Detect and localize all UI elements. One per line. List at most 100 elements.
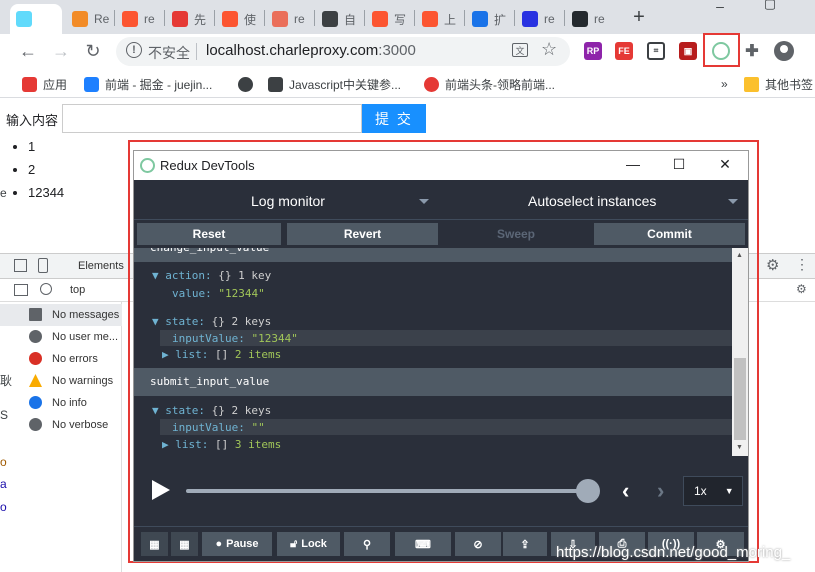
console-filter-0[interactable]: No messages bbox=[0, 304, 122, 326]
reload-icon[interactable]: ↻ bbox=[81, 40, 105, 62]
pause-button[interactable]: ● Pause bbox=[202, 532, 272, 556]
commit-button[interactable]: Commit bbox=[594, 223, 745, 245]
tab-6[interactable]: 自 bbox=[316, 4, 364, 34]
pin-button[interactable]: ⚲ bbox=[344, 532, 390, 556]
csdn-icon bbox=[422, 11, 438, 27]
bookmark-item[interactable]: 前端 - 掘金 - juejin... bbox=[84, 75, 212, 93]
sweep-button[interactable]: Sweep bbox=[442, 223, 590, 245]
chart-toggle-button[interactable]: ▦ bbox=[171, 532, 198, 556]
device-toolbar-icon[interactable] bbox=[38, 258, 48, 273]
edge-text: S bbox=[0, 408, 9, 422]
tab-label: 先 bbox=[194, 12, 207, 27]
devtools-settings-icon[interactable]: ⚙ bbox=[766, 256, 779, 274]
new-tab-button[interactable]: + bbox=[628, 6, 650, 28]
tab-elements[interactable]: Elements bbox=[78, 260, 124, 272]
console-filter-1[interactable]: No user me... bbox=[0, 326, 122, 348]
persist-button[interactable]: ⊘ bbox=[455, 532, 501, 556]
bookmarks-overflow-button[interactable]: » bbox=[721, 75, 728, 93]
console-settings-icon[interactable]: ⚙ bbox=[796, 282, 807, 296]
submit-button[interactable]: 提 交 bbox=[362, 104, 426, 133]
instances-select[interactable]: Autoselect instances bbox=[528, 193, 656, 209]
context-selector[interactable]: top bbox=[70, 284, 85, 296]
tab-10[interactable]: re bbox=[516, 4, 564, 34]
expand-triangle-icon[interactable]: ▼ bbox=[152, 404, 165, 417]
scroll-down-icon[interactable]: ▼ bbox=[736, 444, 743, 451]
tab-11[interactable]: re bbox=[566, 4, 614, 34]
js-icon bbox=[268, 76, 283, 92]
maximize-icon[interactable]: ▢ bbox=[760, 0, 780, 11]
instances-caret-icon[interactable] bbox=[728, 199, 738, 204]
back-arrow-icon[interactable]: ← bbox=[16, 40, 40, 62]
tab-5[interactable]: re bbox=[266, 4, 314, 34]
clear-console-icon[interactable] bbox=[40, 283, 52, 295]
keyboard-button[interactable]: ⌨ bbox=[395, 532, 451, 556]
action-header[interactable]: submit_input_value bbox=[134, 368, 732, 396]
expand-triangle-icon[interactable]: ▼ bbox=[152, 269, 165, 282]
content-input[interactable] bbox=[62, 104, 362, 133]
dev-extension-icon[interactable]: ▣ bbox=[679, 42, 697, 60]
redux-maximize-icon[interactable]: ☐ bbox=[669, 156, 689, 174]
github-icon bbox=[572, 11, 588, 27]
extensions-puzzle-icon[interactable]: ✚ bbox=[743, 42, 761, 60]
tab-1[interactable]: Re bbox=[66, 4, 114, 34]
upload-button[interactable]: ⇪ bbox=[503, 532, 547, 556]
tab-0[interactable] bbox=[10, 4, 62, 34]
previous-chevron-icon[interactable]: ‹ bbox=[622, 478, 629, 504]
forward-arrow-icon[interactable]: → bbox=[49, 40, 73, 62]
monitor-select[interactable]: Log monitor bbox=[251, 193, 325, 209]
scroll-up-icon[interactable]: ▲ bbox=[736, 252, 743, 259]
lock-icon: 🔓︎ bbox=[290, 537, 298, 550]
inspector-toggle-button[interactable]: ▦ bbox=[141, 532, 168, 556]
minimize-icon[interactable]: – bbox=[710, 0, 730, 14]
url-host: localhost.charleproxy.com bbox=[206, 42, 379, 59]
bookmark-item[interactable]: 应用 bbox=[22, 75, 67, 93]
other-bookmarks-folder[interactable]: 其他书签 bbox=[744, 75, 813, 93]
lock-button[interactable]: 🔓︎ Lock bbox=[277, 532, 340, 556]
bookmark-item[interactable] bbox=[238, 75, 259, 93]
tab-separator bbox=[364, 10, 365, 26]
tab-separator bbox=[314, 10, 315, 26]
play-icon[interactable] bbox=[152, 480, 170, 500]
bookmark-item[interactable]: 前端头条-领略前端... bbox=[424, 75, 555, 93]
console-filter-5[interactable]: No verbose bbox=[0, 414, 122, 436]
info-icon[interactable]: ! bbox=[126, 42, 142, 58]
sidebar-toggle-icon[interactable] bbox=[14, 284, 28, 296]
rp-extension-icon[interactable]: RP bbox=[584, 42, 602, 60]
tab-8[interactable]: 上 bbox=[416, 4, 464, 34]
url-text[interactable]: localhost.charleproxy.com:3000 bbox=[206, 42, 416, 59]
monitor-caret-icon[interactable] bbox=[419, 199, 429, 204]
tab-4[interactable]: 使 bbox=[216, 4, 264, 34]
tab-2[interactable]: re bbox=[116, 4, 164, 34]
screenshot-extension-icon[interactable]: ⌗ bbox=[647, 42, 665, 60]
translate-icon[interactable]: 文 bbox=[512, 43, 528, 57]
devtools-more-icon[interactable]: ⋮ bbox=[795, 256, 809, 273]
inspect-icon[interactable] bbox=[14, 259, 27, 272]
collapse-triangle-icon[interactable]: ▶ bbox=[162, 438, 175, 451]
bookmark-label: 前端 - 掘金 - juejin... bbox=[105, 77, 213, 92]
expand-triangle-icon[interactable]: ▼ bbox=[152, 315, 165, 328]
list-key: list: bbox=[175, 348, 209, 361]
action-header[interactable]: change_input_value bbox=[134, 248, 732, 262]
list-item: 12344 bbox=[28, 184, 64, 207]
timeline-slider-thumb[interactable] bbox=[576, 479, 600, 503]
scrollbar-thumb[interactable] bbox=[734, 358, 746, 440]
redux-minimize-icon[interactable]: — bbox=[623, 156, 643, 174]
profile-avatar[interactable] bbox=[774, 41, 794, 61]
console-filter-3[interactable]: No warnings bbox=[0, 370, 122, 392]
redux-close-icon[interactable]: ✕ bbox=[715, 156, 735, 174]
console-filter-2[interactable]: No errors bbox=[0, 348, 122, 370]
fe-extension-icon[interactable]: FE bbox=[615, 42, 633, 60]
tab-3[interactable]: 先 bbox=[166, 4, 214, 34]
collapse-triangle-icon[interactable]: ▶ bbox=[162, 348, 175, 361]
playback-speed-select[interactable]: 1x ▼ bbox=[683, 476, 743, 506]
revert-button[interactable]: Revert bbox=[287, 223, 438, 245]
tab-9[interactable]: 扩 bbox=[466, 4, 514, 34]
next-chevron-icon[interactable]: › bbox=[657, 478, 664, 504]
tab-7[interactable]: 写 bbox=[366, 4, 414, 34]
bookmark-star-icon[interactable]: ☆ bbox=[541, 39, 557, 60]
console-filter-4[interactable]: No info bbox=[0, 392, 122, 414]
csdn-icon bbox=[122, 11, 138, 27]
reset-button[interactable]: Reset bbox=[137, 223, 281, 245]
timeline-slider[interactable] bbox=[186, 489, 594, 493]
bookmark-item[interactable]: Javascript中关键参... bbox=[268, 75, 401, 93]
